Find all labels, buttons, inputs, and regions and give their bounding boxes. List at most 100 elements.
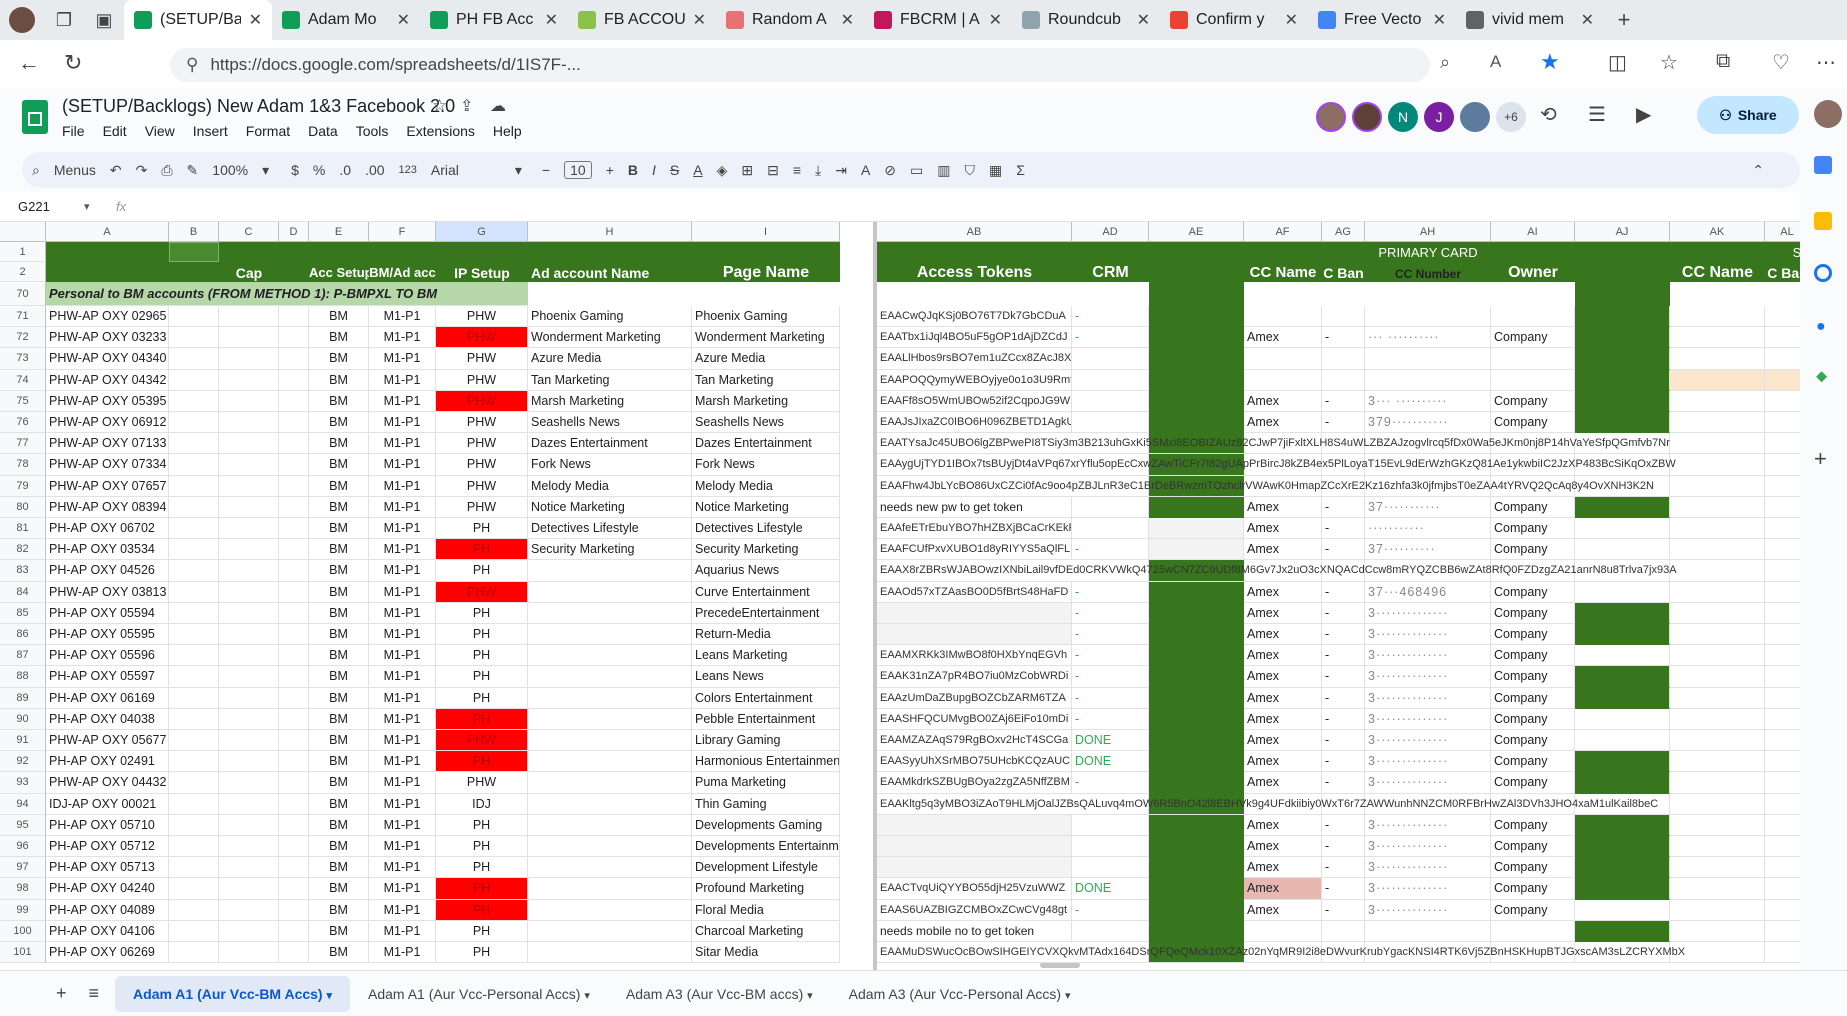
cell[interactable] [169,581,219,603]
cell-acc-setup[interactable]: BM [309,306,369,328]
cell-account-id[interactable]: PHW-AP OXY 05395 [46,390,169,412]
cell-bm-ad[interactable]: M1-P1 [369,772,436,794]
cell-page-name[interactable]: Aquarius News [692,560,840,582]
cell[interactable] [1670,624,1765,646]
cell-acc-setup[interactable]: BM [309,687,369,709]
name-box[interactable]: G221 [18,199,50,214]
cell-page-name[interactable]: Marsh Marketing [692,390,840,412]
corner-cell[interactable] [0,222,46,242]
back-icon[interactable]: ← [18,50,40,76]
functions-icon[interactable]: Σ [1016,162,1025,178]
cell-bm-ad[interactable]: M1-P1 [369,539,436,561]
cell-account-id[interactable]: PHW-AP OXY 04342 [46,369,169,391]
cell[interactable] [219,560,279,582]
cell-bm-ad[interactable]: M1-P1 [369,306,436,328]
cell-owner[interactable]: Company [1491,836,1575,858]
cell-cc-number[interactable]: 37·········· [1365,539,1491,561]
cell[interactable] [1765,857,1800,879]
cell-owner[interactable]: Company [1491,602,1575,624]
cell[interactable] [279,730,309,752]
cell[interactable] [1670,836,1765,858]
cell-cc-name[interactable] [1244,348,1322,370]
cell-crm[interactable] [1072,920,1149,942]
cell-page-name[interactable]: Dazes Entertainment [692,433,840,455]
browser-tab[interactable]: Free Vecto ✕ [1308,0,1456,40]
cell-bm-ad[interactable]: M1-P1 [369,645,436,667]
cell-bm-ad[interactable]: M1-P1 [369,560,436,582]
cell-ad-account-name[interactable]: Dazes Entertainment [528,433,692,455]
cell-acc-setup[interactable]: BM [309,412,369,434]
cell-green-block[interactable] [1149,348,1244,370]
cell[interactable] [279,433,309,455]
cell-owner[interactable]: Company [1491,772,1575,794]
cell-acc-setup[interactable]: BM [309,751,369,773]
cell-ad-account-name[interactable] [528,814,692,836]
comment-icon[interactable]: ▭ [910,162,923,179]
cell[interactable] [279,306,309,328]
cell-green-block[interactable] [1575,814,1670,836]
row-header[interactable]: 98 [0,878,46,900]
cell-bm-ad[interactable]: M1-P1 [369,327,436,349]
cell-ip-setup[interactable]: PH [436,899,528,921]
cell-cc-ban[interactable] [1322,920,1365,942]
cell-green-block[interactable] [1149,327,1244,349]
cell[interactable] [1765,900,1800,921]
cell[interactable] [279,666,309,688]
cell-owner[interactable] [1491,348,1575,370]
cell-ip-setup[interactable]: PHW [436,454,528,476]
sheet-tab[interactable]: Adam A3 (Aur Vcc-BM accs) ▾ [608,976,831,1012]
bold-icon[interactable]: B [628,162,638,178]
cell-ip-setup[interactable]: PH [436,836,528,858]
cell-owner[interactable]: Company [1491,539,1575,561]
cell[interactable] [219,306,279,328]
strikethrough-icon[interactable]: S [670,162,679,178]
cell[interactable] [169,666,219,688]
cell-crm[interactable] [1072,836,1149,858]
cell-account-id[interactable]: PHW-AP OXY 07133 [46,433,169,455]
cell-cc-ban[interactable]: - [1322,496,1365,518]
cell[interactable] [1670,518,1765,540]
cell-ad-account-name[interactable] [528,920,692,942]
cell-ip-setup[interactable]: PH [436,920,528,942]
cell-green-block[interactable] [1575,602,1670,624]
cell-green-block[interactable] [1575,348,1670,370]
cell-bm-ad[interactable]: M1-P1 [369,836,436,858]
meet-icon[interactable]: ▶ [1636,102,1651,127]
cell[interactable] [169,624,219,646]
cell-access-token[interactable]: EAAMXRKk3IMwBO8f0HXbYnqEGVh [877,645,1072,667]
cell-ad-account-name[interactable] [528,942,692,964]
close-icon[interactable]: ✕ [693,10,706,30]
cell-ip-setup[interactable]: PH [436,602,528,624]
cell[interactable] [1765,539,1800,561]
cell[interactable] [279,475,309,497]
cell-access-token[interactable]: EAAfeETrEbuYBO7hHZBXjBCaCrKEkP6yGkZAfw2e… [877,518,1072,540]
cell-green-block[interactable] [1149,496,1244,518]
cell[interactable] [1670,496,1765,518]
cell-ip-setup[interactable]: PH [436,878,528,900]
cell[interactable] [169,730,219,752]
cell[interactable] [279,687,309,709]
cell[interactable] [279,836,309,858]
cell-acc-setup[interactable]: BM [309,920,369,942]
column-header[interactable]: I [692,222,840,242]
cell-cc-ban[interactable]: - [1322,518,1365,540]
cell[interactable] [1670,306,1765,328]
italic-icon[interactable]: I [652,162,656,178]
cell-cc-number[interactable]: 3·············· [1365,624,1491,646]
cell-bm-ad[interactable]: M1-P1 [369,433,436,455]
cell[interactable] [169,390,219,412]
row-header[interactable]: 78 [0,454,46,476]
cell-green-block[interactable] [1575,581,1670,603]
cell-page-name[interactable]: Leans News [692,666,840,688]
cell-page-name[interactable]: Colors Entertainment [692,687,840,709]
cell-ad-account-name[interactable] [528,581,692,603]
text-rotation-icon[interactable]: A [861,162,870,178]
cell[interactable] [219,602,279,624]
close-icon[interactable]: ✕ [1433,10,1446,30]
doc-title[interactable]: (SETUP/Backlogs) New Adam 1&3 Facebook 2… [62,96,455,117]
cell-owner[interactable]: Company [1491,687,1575,709]
cell[interactable] [169,857,219,879]
cell-ad-account-name[interactable] [528,751,692,773]
cell-crm[interactable]: - [1072,708,1149,730]
cell-green-block[interactable] [1575,899,1670,921]
